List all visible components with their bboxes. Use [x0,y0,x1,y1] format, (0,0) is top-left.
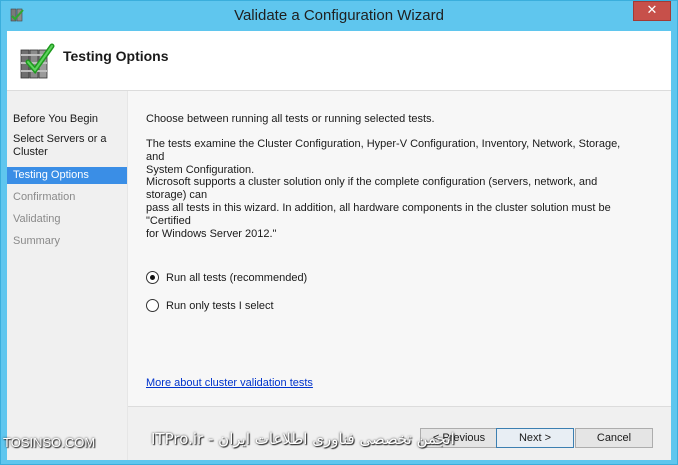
option-run-all-tests[interactable]: Run all tests (recommended) [146,271,307,284]
sidebar-item-validating: Validating [7,213,127,226]
radio-run-all-tests[interactable] [146,271,159,284]
sidebar-item-testing-options[interactable]: Testing Options [7,167,127,184]
cancel-button[interactable]: Cancel [575,428,653,448]
page-header: Testing Options [7,31,671,91]
page-title: Testing Options [63,48,169,64]
intro-text: Choose between running all tests or runn… [146,113,435,125]
sidebar-item-label: Validating [13,213,61,225]
wizard-client-area: Testing Options Before You Begin Select … [7,31,671,460]
sidebar-item-label: Summary [13,235,61,247]
sidebar-item-label-line1: Select Servers or a [13,133,107,145]
wizard-steps-sidebar: Before You Begin Select Servers or a Clu… [7,91,127,460]
support-statement-line1: Microsoft supports a cluster solution on… [146,176,598,201]
tests-description: The tests examine the Cluster Configurat… [146,138,636,177]
radio-label-run-selected[interactable]: Run only tests I select [166,300,274,312]
sidebar-item-confirmation: Confirmation [7,191,127,204]
tests-description-line1: The tests examine the Cluster Configurat… [146,138,621,163]
next-button[interactable]: Next > [496,428,574,448]
support-statement-line3: for Windows Server 2012." [146,228,277,240]
support-statement: Microsoft supports a cluster solution on… [146,176,636,241]
watermark-itpro: انجمن تخصصی فناوری اطلاعات ایران - ITPro… [151,430,455,448]
more-about-validation-link[interactable]: More about cluster validation tests [146,377,313,389]
window-title: Validate a Configuration Wizard [234,7,444,24]
close-icon: ✕ [646,3,658,18]
radio-run-selected-tests[interactable] [146,299,159,312]
radio-label-run-all[interactable]: Run all tests (recommended) [166,272,307,284]
close-button[interactable]: ✕ [633,1,671,21]
sidebar-item-before-you-begin[interactable]: Before You Begin [7,113,127,126]
sidebar-item-label-line2: Cluster [13,146,48,158]
option-run-selected-tests[interactable]: Run only tests I select [146,299,274,312]
sidebar-item-label: Confirmation [13,191,76,203]
support-statement-line2: pass all tests in this wizard. In additi… [146,202,611,227]
sidebar-item-label: Testing Options [13,169,89,181]
checklist-wizard-icon [20,43,55,79]
watermark-tosinso: TOSINSO.COM [3,435,96,450]
wizard-window: Validate a Configuration Wizard ✕ Testin… [0,0,678,465]
sidebar-item-select-servers[interactable]: Select Servers or a Cluster [7,133,127,159]
title-bar[interactable]: Validate a Configuration Wizard ✕ [1,1,677,31]
main-content: Choose between running all tests or runn… [128,91,671,406]
sidebar-item-label: Before You Begin [13,113,99,125]
sidebar-item-summary: Summary [7,235,127,248]
